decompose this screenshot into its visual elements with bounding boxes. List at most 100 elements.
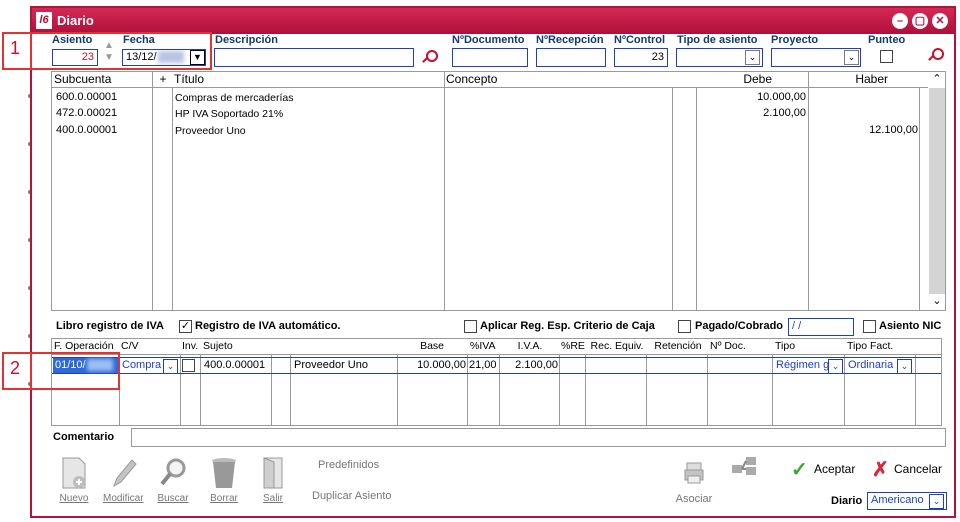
cv-cell[interactable]: Compra bbox=[122, 358, 161, 373]
title-bar: l6 Diario – ▢ ✕ bbox=[32, 8, 954, 34]
criterio-caja-label: Aplicar Reg. Esp. Criterio de Caja bbox=[480, 320, 655, 332]
col-sujeto[interactable]: Sujeto bbox=[201, 339, 271, 353]
asiento-nic-checkbox[interactable] bbox=[863, 320, 876, 333]
predefinidos-button[interactable]: Predefinidos bbox=[318, 459, 388, 471]
base-cell[interactable]: 10.000,00 bbox=[397, 358, 466, 373]
col-ndoc[interactable]: Nº Doc. bbox=[708, 339, 772, 353]
asociar-button[interactable]: Asociar bbox=[672, 493, 716, 505]
cancelar-label: Cancelar bbox=[894, 462, 943, 476]
col-rec-equiv[interactable]: Rec. Equiv. bbox=[586, 339, 646, 353]
app-icon: l6 bbox=[36, 12, 52, 29]
ledger-haber[interactable]: 12.100,00 bbox=[810, 123, 918, 138]
salir-label: Salir bbox=[262, 493, 283, 504]
descripcion-field[interactable] bbox=[214, 48, 414, 67]
ledger-titulo[interactable]: Compras de mercaderías bbox=[175, 91, 293, 106]
cancelar-button[interactable]: ✗ Cancelar bbox=[872, 457, 944, 481]
chevron-down-icon[interactable]: ⌄ bbox=[745, 50, 760, 65]
col-inv[interactable]: Inv. bbox=[180, 339, 200, 353]
new-document-icon bbox=[62, 457, 86, 489]
ncontrol-label: NºControl bbox=[614, 34, 666, 46]
scroll-up-icon[interactable]: ⌃ bbox=[929, 72, 945, 88]
magnifier-icon bbox=[160, 458, 186, 486]
scrollbar-track[interactable] bbox=[929, 88, 945, 294]
chevron-down-icon[interactable]: ⌄ bbox=[828, 359, 843, 374]
chevron-down-icon[interactable]: ⌄ bbox=[897, 359, 912, 374]
piva-cell[interactable]: 21,00 bbox=[469, 358, 497, 373]
duplicar-asiento-button[interactable]: Duplicar Asiento bbox=[312, 490, 402, 502]
aceptar-button[interactable]: ✓ Aceptar bbox=[791, 457, 857, 481]
ledger-subcuenta[interactable]: 400.0.00001 bbox=[56, 123, 117, 138]
iva-cell[interactable]: 2.100,00 bbox=[499, 358, 558, 373]
annotation-number-2: 2 bbox=[10, 358, 21, 378]
checkmark-icon: ✓ bbox=[791, 459, 808, 481]
ledger-titulo[interactable]: HP IVA Soportado 21% bbox=[175, 107, 283, 122]
descripcion-label: Descripción bbox=[215, 34, 278, 46]
printer-icon[interactable] bbox=[683, 461, 705, 488]
ledger-debe[interactable]: 2.100,00 bbox=[698, 106, 806, 121]
col-debe[interactable]: Debe bbox=[696, 72, 808, 88]
pagado-checkbox[interactable] bbox=[678, 320, 691, 333]
ledger-subcuenta[interactable]: 600.0.00001 bbox=[56, 90, 117, 105]
libro-iva-label: Libro registro de IVA bbox=[56, 320, 164, 332]
criterio-caja-checkbox[interactable] bbox=[464, 320, 477, 333]
tipo-fact-cell[interactable]: Ordinaria bbox=[848, 358, 893, 373]
borrar-label: Borrar bbox=[210, 493, 238, 504]
punteo-checkbox[interactable] bbox=[880, 50, 893, 63]
pagado-label: Pagado/Cobrado bbox=[695, 320, 784, 332]
sujeto-cell[interactable]: 400.0.00001 bbox=[204, 358, 265, 373]
network-icon[interactable] bbox=[730, 455, 760, 480]
nuevo-button[interactable]: Nuevo bbox=[56, 456, 92, 504]
inv-checkbox[interactable] bbox=[182, 359, 195, 372]
descripcion-search-icon[interactable] bbox=[420, 48, 438, 66]
registro-iva-checkbox[interactable]: ✓ bbox=[179, 320, 192, 333]
ndocumento-field[interactable] bbox=[452, 48, 528, 67]
pencil-icon bbox=[113, 459, 137, 488]
tipo-asiento-label: Tipo de asiento bbox=[677, 34, 758, 46]
col-iva[interactable]: I.V.A. bbox=[500, 339, 558, 353]
pagado-date-field[interactable]: / / bbox=[788, 318, 854, 336]
trash-icon bbox=[212, 458, 236, 488]
col-f-operacion[interactable]: F. Operación bbox=[52, 339, 118, 353]
nrecepcion-field[interactable] bbox=[536, 48, 606, 67]
borrar-button[interactable]: Borrar bbox=[206, 456, 242, 504]
buscar-button[interactable]: Buscar bbox=[156, 456, 190, 504]
comentario-label: Comentario bbox=[53, 431, 115, 443]
ledger-grid: Subcuenta + Título Concepto Debe Haber 6… bbox=[51, 71, 946, 311]
chevron-down-icon[interactable]: ⌄ bbox=[163, 359, 178, 374]
tipo-cell[interactable]: Régimen g bbox=[776, 358, 828, 373]
minimize-icon[interactable]: – bbox=[892, 13, 908, 29]
close-icon[interactable]: ✕ bbox=[932, 13, 948, 29]
punteo-label: Punteo bbox=[868, 34, 906, 46]
col-tipo-fact[interactable]: Tipo Fact. bbox=[845, 339, 915, 353]
col-retencion[interactable]: Retención bbox=[647, 339, 707, 353]
aceptar-label: Aceptar bbox=[814, 462, 856, 476]
annotation-number-1: 1 bbox=[10, 38, 21, 58]
col-plus[interactable]: + bbox=[152, 72, 172, 88]
salir-button[interactable]: Salir bbox=[258, 456, 288, 504]
col-concepto[interactable]: Concepto bbox=[444, 72, 696, 88]
maximize-icon[interactable]: ▢ bbox=[912, 13, 928, 29]
modificar-button[interactable]: Modificar bbox=[103, 456, 144, 504]
col-titulo[interactable]: Título bbox=[172, 72, 444, 88]
ncontrol-field[interactable]: 23 bbox=[614, 48, 668, 67]
comentario-field[interactable] bbox=[131, 428, 946, 447]
col-pre[interactable]: %RE bbox=[559, 339, 585, 353]
asiento-nic-label: Asiento NIC bbox=[879, 320, 942, 332]
ledger-titulo[interactable]: Proveedor Uno bbox=[175, 124, 246, 139]
scroll-down-icon[interactable]: ⌄ bbox=[929, 294, 945, 310]
col-base[interactable]: Base bbox=[397, 339, 447, 353]
col-tipo[interactable]: Tipo bbox=[773, 339, 843, 353]
col-subcuenta[interactable]: Subcuenta bbox=[52, 72, 152, 88]
chevron-down-icon[interactable]: ⌄ bbox=[929, 494, 944, 509]
annotation-box-1 bbox=[2, 32, 212, 70]
ledger-debe[interactable]: 10.000,00 bbox=[698, 90, 806, 105]
col-haber[interactable]: Haber bbox=[808, 72, 928, 88]
search-icon[interactable] bbox=[926, 46, 944, 64]
chevron-down-icon[interactable]: ⌄ bbox=[844, 50, 859, 65]
col-piva[interactable]: %IVA bbox=[468, 339, 498, 353]
buscar-label: Buscar bbox=[157, 493, 189, 504]
proveedor-cell[interactable]: Proveedor Uno bbox=[294, 358, 368, 373]
col-cv[interactable]: C/V bbox=[119, 339, 179, 353]
diario-label: Diario bbox=[831, 495, 863, 507]
ledger-subcuenta[interactable]: 472.0.00021 bbox=[56, 106, 117, 121]
